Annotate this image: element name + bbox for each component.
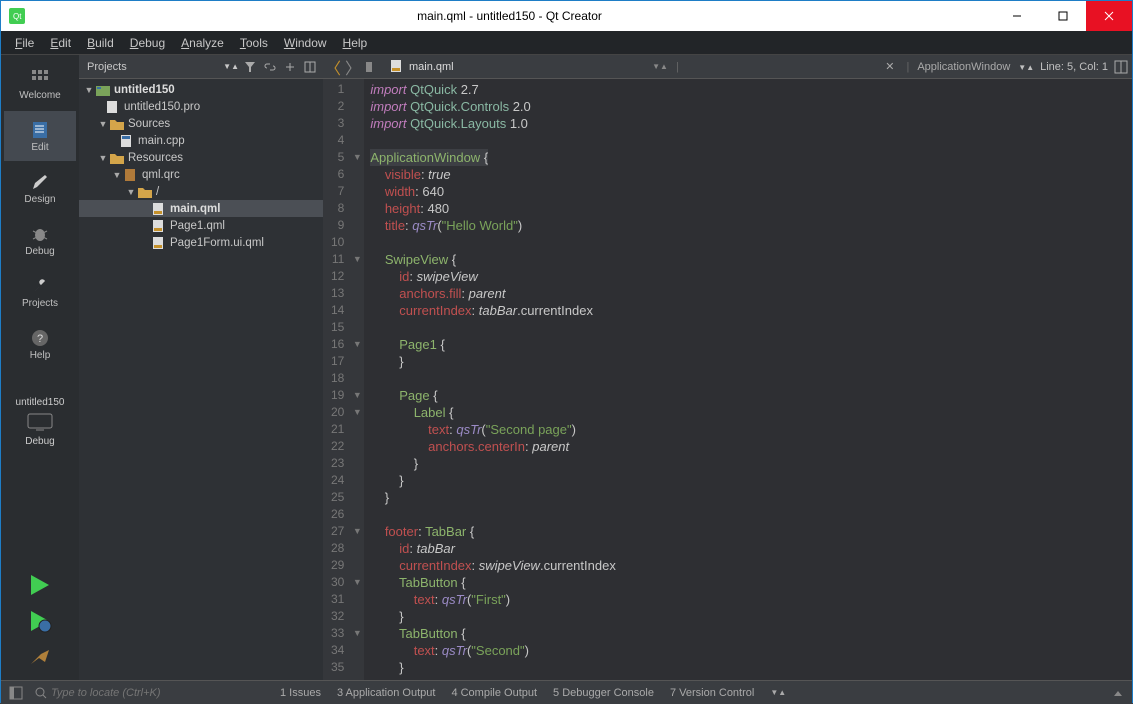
progress-toggle-icon[interactable] [1104, 687, 1132, 699]
tree-project-root[interactable]: ▼untitled150 [79, 81, 323, 98]
mode-welcome[interactable]: Welcome [4, 59, 76, 109]
link-icon[interactable] [261, 58, 279, 76]
close-button[interactable] [1086, 1, 1132, 31]
qml-file-icon [151, 219, 167, 233]
debug-run-button[interactable] [27, 608, 53, 634]
tree-page1-qml[interactable]: Page1.qml [79, 217, 323, 234]
wrench-icon [30, 276, 50, 296]
run-button[interactable] [27, 572, 53, 598]
tree-pro-file[interactable]: untitled150.pro [79, 98, 323, 115]
tab-close-button[interactable]: ✕ [881, 60, 898, 73]
tree-page1form-qml[interactable]: Page1Form.ui.qml [79, 234, 323, 251]
file-tab[interactable]: main.qml ▼▲ | ✕ | ApplicationWindow [381, 59, 1018, 75]
sidebar-toggle-icon[interactable] [1, 686, 31, 700]
nav-back-button[interactable]: 〈 [323, 55, 343, 79]
output-version[interactable]: 7 Version Control [662, 687, 762, 699]
tree-sources[interactable]: ▼Sources [79, 115, 323, 132]
window-title: main.qml - untitled150 - Qt Creator [25, 9, 994, 23]
tree-qrc[interactable]: ▼qml.qrc [79, 166, 323, 183]
menu-file[interactable]: File [7, 34, 42, 52]
menu-analyze[interactable]: Analyze [173, 34, 232, 52]
mode-projects[interactable]: Projects [4, 267, 76, 317]
folder-icon [137, 185, 153, 199]
tree-qrc-root[interactable]: ▼/ [79, 183, 323, 200]
menubar: File Edit Build Debug Analyze Tools Wind… [1, 31, 1132, 55]
folder-icon [109, 151, 125, 165]
split-panel-icon[interactable] [301, 58, 319, 76]
qrc-file-icon [123, 168, 139, 182]
cursor-position: ▼▲Line: 5, Col: 1 [1018, 61, 1114, 73]
minimize-button[interactable] [994, 1, 1040, 31]
mode-help[interactable]: ?Help [4, 319, 76, 369]
cpp-file-icon [119, 134, 135, 148]
maximize-button[interactable] [1040, 1, 1086, 31]
svg-text:?: ? [37, 333, 43, 345]
output-debugger[interactable]: 5 Debugger Console [545, 687, 662, 699]
tree-main-qml[interactable]: main.qml [79, 200, 323, 217]
qml-file-icon [151, 202, 167, 216]
side-view-combo[interactable]: Projects▼▲ [83, 61, 239, 73]
symbol-combo[interactable]: ApplicationWindow [917, 61, 1010, 73]
qt-logo-icon: Qt [9, 8, 25, 24]
grid-icon [30, 68, 50, 88]
document-icon [30, 120, 50, 140]
output-issues[interactable]: 1 Issues [272, 687, 329, 699]
locator[interactable] [31, 687, 271, 699]
menu-debug[interactable]: Debug [122, 34, 173, 52]
mode-debug[interactable]: Debug [4, 215, 76, 265]
monitor-icon [24, 412, 56, 432]
project-side-panel: Projects▼▲ ▼untitled150 untitled150.pro … [79, 55, 323, 680]
menu-tools[interactable]: Tools [232, 34, 276, 52]
mode-rail: Welcome Edit Design Debug Projects ?Help… [1, 55, 79, 680]
menu-help[interactable]: Help [335, 34, 376, 52]
search-icon [35, 687, 47, 699]
output-appout[interactable]: 3 Application Output [329, 687, 443, 699]
pencil-icon [30, 172, 50, 192]
mode-edit[interactable]: Edit [4, 111, 76, 161]
bookmark-icon[interactable] [363, 61, 381, 73]
question-icon: ? [30, 328, 50, 348]
menu-edit[interactable]: Edit [42, 34, 79, 52]
output-dropdown-icon[interactable]: ▼▲ [762, 688, 794, 697]
svg-text:Qt: Qt [13, 12, 22, 21]
statusbar: 1 Issues 3 Application Output 4 Compile … [1, 680, 1132, 704]
titlebar: Qt main.qml - untitled150 - Qt Creator [1, 1, 1132, 31]
mode-design[interactable]: Design [4, 163, 76, 213]
nav-forward-button[interactable]: 〉 [343, 55, 363, 79]
tree-main-cpp[interactable]: main.cpp [79, 132, 323, 149]
build-button[interactable] [27, 644, 53, 670]
project-tree[interactable]: ▼untitled150 untitled150.pro ▼Sources ma… [79, 79, 323, 680]
qml-file-icon [389, 59, 405, 75]
menu-build[interactable]: Build [79, 34, 122, 52]
code-editor[interactable]: 1234567891011121314151617181920212223242… [323, 79, 1132, 680]
qml-file-icon [151, 236, 167, 250]
split-editor-icon[interactable] [1114, 60, 1132, 74]
editor-area: 〈 〉 main.qml ▼▲ | ✕ | ApplicationWindow … [323, 55, 1132, 680]
locator-input[interactable] [51, 687, 231, 699]
filter-icon[interactable] [241, 58, 259, 76]
add-icon[interactable] [281, 58, 299, 76]
pro-file-icon [105, 100, 121, 114]
target-selector[interactable]: untitled150 Debug [4, 393, 76, 451]
folder-icon [109, 117, 125, 131]
bug-icon [30, 224, 50, 244]
output-compile[interactable]: 4 Compile Output [443, 687, 545, 699]
tree-resources[interactable]: ▼Resources [79, 149, 323, 166]
menu-window[interactable]: Window [276, 34, 335, 52]
project-icon [95, 83, 111, 97]
